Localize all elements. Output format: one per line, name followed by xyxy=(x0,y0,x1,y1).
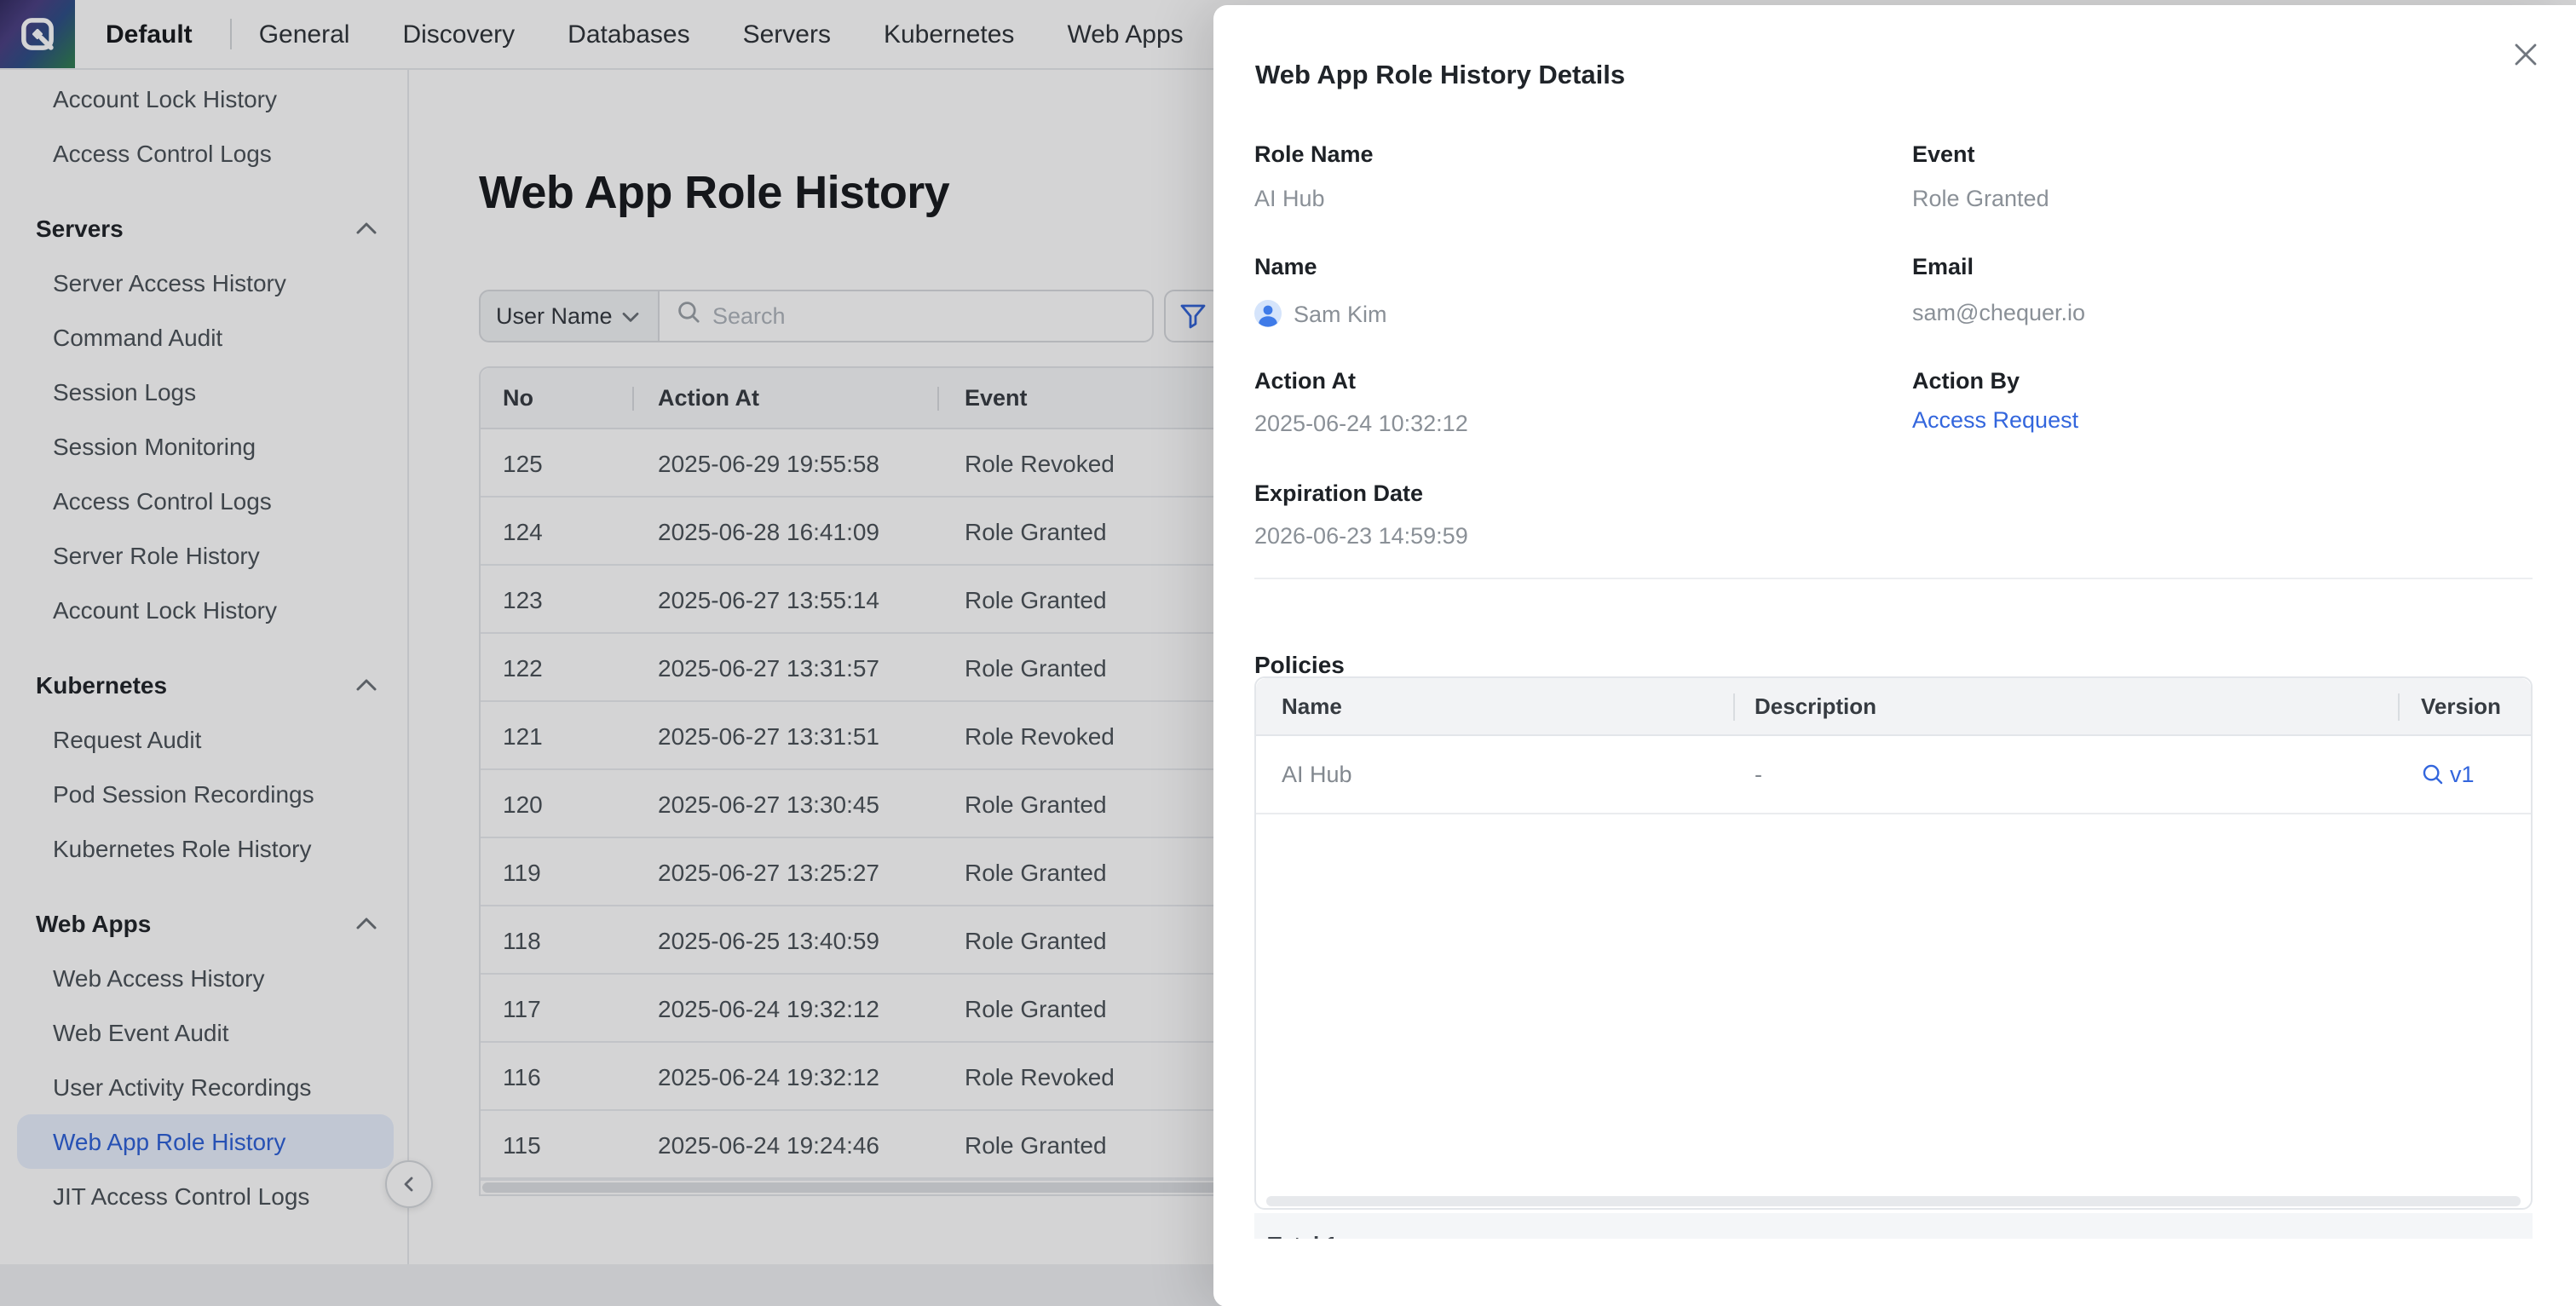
action-by-link[interactable]: Access Request xyxy=(1912,406,2078,432)
field-label-action-by: Action By xyxy=(1912,367,2020,393)
policies-table: Name Description Version AI Hub - v1 xyxy=(1254,676,2533,1210)
section-divider xyxy=(1254,578,2533,579)
policy-description: - xyxy=(1732,736,2397,813)
field-value-name: Sam Kim xyxy=(1294,301,1387,326)
policies-table-row[interactable]: AI Hub - v1 xyxy=(1256,736,2531,814)
app-root: Default General Discovery Databases Serv… xyxy=(0,0,2576,1306)
user-chip[interactable]: Sam Kim xyxy=(1254,300,1387,327)
field-label-action-at: Action At xyxy=(1254,367,1356,393)
panel-footer-total: Total 1 xyxy=(1268,1231,1338,1238)
field-value-role-name: AI Hub xyxy=(1254,186,1325,211)
policies-column-name: Name xyxy=(1256,678,1732,734)
close-button[interactable] xyxy=(2508,37,2542,72)
field-value-action-at: 2025-06-24 10:32:12 xyxy=(1254,411,1468,436)
policies-column-version: Version xyxy=(2397,678,2531,734)
field-label-role-name: Role Name xyxy=(1254,141,1374,167)
field-value-expiration-date: 2026-06-23 14:59:59 xyxy=(1254,523,1468,549)
close-icon xyxy=(2511,41,2539,68)
policies-heading: Policies xyxy=(1254,651,1345,678)
magnifier-icon xyxy=(2421,763,2443,785)
avatar xyxy=(1254,300,1282,327)
policy-version-link[interactable]: v1 xyxy=(2397,736,2531,813)
policies-table-header: Name Description Version xyxy=(1256,678,2531,736)
details-panel: Web App Role History Details Role Name A… xyxy=(1213,5,2576,1306)
field-value-event: Role Granted xyxy=(1912,186,2049,211)
panel-scrollbar-thumb[interactable] xyxy=(1266,1196,2521,1205)
field-label-name: Name xyxy=(1254,254,1317,279)
panel-title: Web App Role History Details xyxy=(1255,61,1625,92)
policies-column-description: Description xyxy=(1732,678,2397,734)
field-value-email: sam@chequer.io xyxy=(1912,300,2085,325)
field-label-email: Email xyxy=(1912,254,1974,279)
policy-name: AI Hub xyxy=(1256,736,1732,813)
panel-footer-band: Total 1 xyxy=(1254,1212,2533,1238)
field-label-event: Event xyxy=(1912,141,1975,167)
field-label-expiration-date: Expiration Date xyxy=(1254,480,1423,506)
